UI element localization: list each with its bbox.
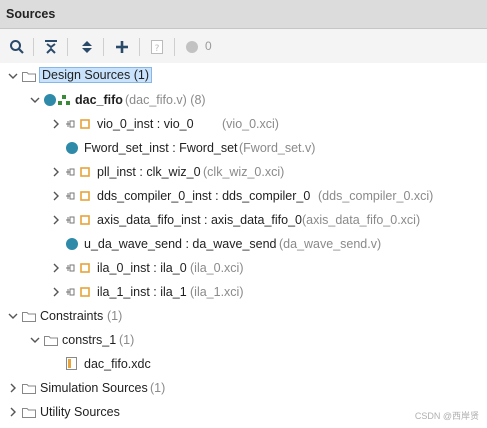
folder-icon: [22, 384, 36, 394]
child-file: (Fword_set.v): [239, 141, 316, 155]
chevron-right-icon[interactable]: [8, 383, 18, 393]
folder-icon: [22, 312, 36, 322]
child-instance: ila_0_inst : ila_0: [97, 261, 187, 275]
toolbar-divider: [67, 38, 68, 56]
chevron-right-icon[interactable]: [51, 191, 61, 201]
chevron-down-icon[interactable]: [8, 311, 18, 321]
collapse-all-icon[interactable]: [41, 37, 61, 57]
tree-label: Design Sources (1): [39, 67, 152, 83]
panel-title: Sources: [6, 7, 56, 21]
ip-core-icon: [66, 167, 90, 177]
chevron-right-icon[interactable]: [51, 215, 61, 225]
child-instance: vio_0_inst : vio_0: [97, 117, 194, 131]
tree-node-child[interactable]: vio_0_inst : vio_0 (vio_0.xci): [0, 113, 487, 135]
watermark: CSDN @西岸贤: [414, 411, 479, 421]
tree-node-design-sources[interactable]: Design Sources (1): [0, 65, 487, 87]
child-instance: Fword_set_inst : Fword_set: [84, 141, 238, 155]
top-module-file: (dac_fifo.v) (8): [125, 93, 206, 107]
tree-node-top-module[interactable]: dac_fifo (dac_fifo.v) (8): [0, 89, 487, 111]
child-instance: pll_inst : clk_wiz_0: [97, 165, 201, 179]
chevron-down-icon[interactable]: [30, 95, 40, 105]
tree-node-child[interactable]: pll_inst : clk_wiz_0 (clk_wiz_0.xci): [0, 161, 487, 183]
tree-node-xdc-file[interactable]: dac_fifo.xdc: [0, 353, 487, 375]
module-icon: [66, 142, 78, 154]
ip-core-icon: [66, 215, 90, 225]
tree-count: (1): [119, 333, 135, 347]
child-instance: axis_data_fifo_inst : axis_data_fifo_0: [97, 213, 302, 227]
expand-all-icon[interactable]: [77, 37, 97, 57]
toolbar-divider: [103, 38, 104, 56]
tree-label: dac_fifo.xdc: [84, 357, 151, 371]
child-file: (axis_data_fifo_0.xci): [302, 213, 421, 227]
child-file: (vio_0.xci): [222, 117, 279, 131]
child-file: (dds_compiler_0.xci): [318, 189, 434, 203]
panel-titlebar: Sources: [0, 0, 487, 29]
folder-icon: [22, 72, 36, 82]
folder-icon: [22, 408, 36, 418]
tree-label: constrs_1: [62, 333, 117, 347]
constraint-file-icon: [66, 357, 77, 370]
child-file: (ila_1.xci): [190, 285, 244, 299]
chevron-right-icon[interactable]: [51, 263, 61, 273]
module-icon: [44, 94, 56, 106]
tree-node-child[interactable]: ila_1_inst : ila_1 (ila_1.xci): [0, 281, 487, 303]
tree-label: Utility Sources: [40, 405, 120, 419]
child-file: (ila_0.xci): [190, 261, 244, 275]
sources-toolbar: ? 0: [0, 29, 487, 63]
child-instance: u_da_wave_send : da_wave_send: [84, 237, 277, 251]
ip-core-icon: [66, 287, 90, 297]
child-file: (da_wave_send.v): [279, 237, 382, 251]
tree-node-constraints[interactable]: Constraints (1): [0, 305, 487, 327]
tree-node-child[interactable]: ila_0_inst : ila_0 (ila_0.xci): [0, 257, 487, 279]
hierarchy-top-icon: [58, 95, 70, 105]
child-instance: ila_1_inst : ila_1: [97, 285, 187, 299]
chevron-right-icon[interactable]: [8, 407, 18, 417]
chevron-down-icon[interactable]: [8, 71, 18, 81]
tree-node-child[interactable]: Fword_set_inst : Fword_set (Fword_set.v): [0, 137, 487, 159]
module-icon: [66, 238, 78, 250]
tree-node-child[interactable]: dds_compiler_0_inst : dds_compiler_0 (dd…: [0, 185, 487, 207]
tree-node-child[interactable]: axis_data_fifo_inst : axis_data_fifo_0 (…: [0, 209, 487, 231]
status-dot-icon: [182, 37, 202, 57]
tree-label: Simulation Sources: [40, 381, 148, 395]
folder-icon: [44, 336, 58, 346]
ip-core-icon: [66, 119, 90, 129]
top-module-name: dac_fifo: [75, 93, 123, 107]
toolbar-divider: [139, 38, 140, 56]
ip-core-icon: [66, 191, 90, 201]
chevron-right-icon[interactable]: [51, 119, 61, 129]
add-sources-icon[interactable]: [112, 37, 132, 57]
tree-node-child[interactable]: u_da_wave_send : da_wave_send (da_wave_s…: [0, 233, 487, 255]
tree-label: Constraints: [40, 309, 104, 323]
tree-count: (1): [150, 381, 166, 395]
source-file-properties-icon[interactable]: ?: [147, 37, 167, 57]
child-instance: dds_compiler_0_inst : dds_compiler_0: [97, 189, 311, 203]
status-count: 0: [205, 39, 212, 53]
search-icon[interactable]: [7, 37, 27, 57]
child-file: (clk_wiz_0.xci): [203, 165, 285, 179]
tree-node-constrs-1[interactable]: constrs_1 (1): [0, 329, 487, 351]
tree-count: (1): [107, 309, 123, 323]
ip-core-icon: [66, 263, 90, 273]
chevron-down-icon[interactable]: [30, 335, 40, 345]
chevron-right-icon[interactable]: [51, 287, 61, 297]
tree-node-simulation-sources[interactable]: Simulation Sources (1): [0, 377, 487, 399]
toolbar-divider: [33, 38, 34, 56]
chevron-right-icon[interactable]: [51, 167, 61, 177]
svg-text:?: ?: [155, 44, 160, 54]
toolbar-divider: [174, 38, 175, 56]
